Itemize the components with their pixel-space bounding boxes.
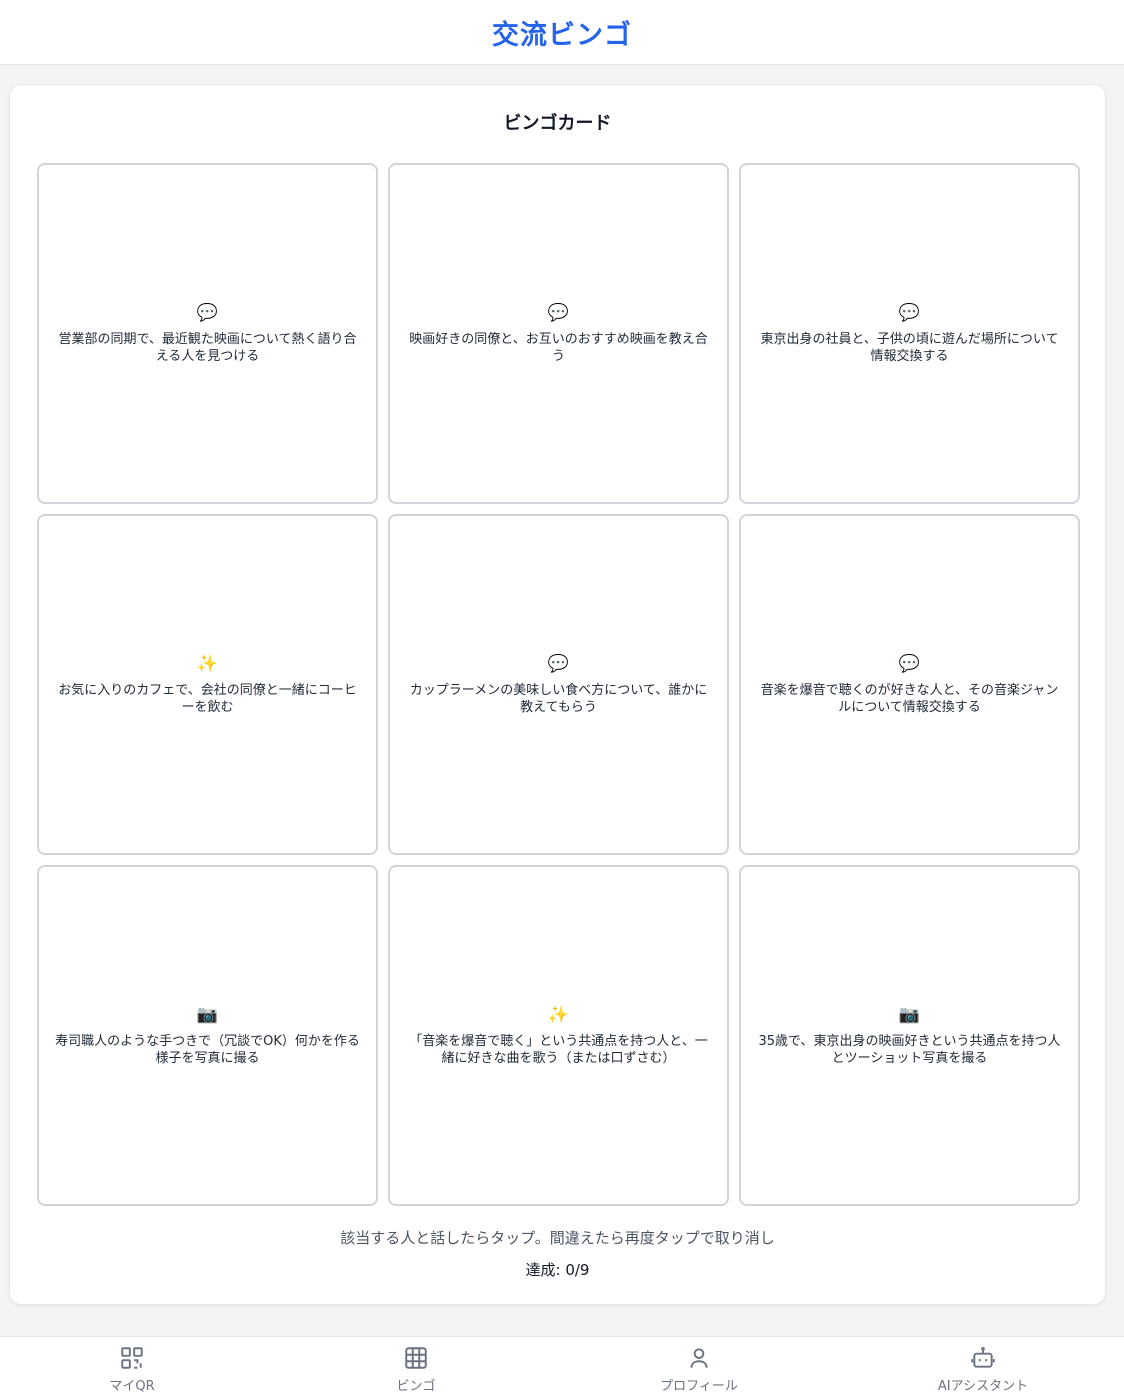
grid-icon [405, 1347, 427, 1369]
bingo-cell[interactable]: 💬 東京出身の社員と、子供の頃に遊んだ場所について情報交換する [739, 163, 1080, 504]
bingo-cell-text: 寿司職人のような手つきで（冗談でOK）何かを作る様子を写真に撮る [55, 1033, 360, 1066]
bingo-cell[interactable]: 📷 35歳で、東京出身の映画好きという共通点を持つ人とツーショット写真を撮る [739, 865, 1080, 1206]
app-header: 交流ビンゴ [0, 0, 1124, 65]
bingo-card: ビンゴカード 💬 営業部の同期で、最近観た映画について熱く語り合える人を見つける… [9, 84, 1106, 1305]
bingo-cell-text: 35歳で、東京出身の映画好きという共通点を持つ人とツーショット写真を撮る [758, 1033, 1061, 1066]
bingo-card-title: ビンゴカード [503, 113, 612, 134]
bottom-nav: マイQR ビンゴ プロフィール AIアシスタント [0, 1336, 1124, 1400]
chat-bubble-icon: 💬 [547, 653, 570, 674]
sparkles-icon: ✨ [196, 653, 219, 674]
qr-code-icon [121, 1347, 143, 1369]
instruction-text: 該当する人と話したらタップ。間違えたら再度タップで取り消し [340, 1229, 775, 1247]
chat-bubble-icon: 💬 [898, 653, 921, 674]
bingo-cell[interactable]: ✨ 「音楽を爆音で聴く」という共通点を持つ人と、一緒に好きな曲を歌う（または口ず… [388, 865, 729, 1206]
bingo-cell[interactable]: 💬 カップラーメンの美味しい食べ方について、誰かに教えてもらう [388, 514, 729, 855]
bingo-cell-text: お気に入りのカフェで、会社の同僚と一緒にコーヒーを飲む [58, 682, 357, 715]
progress-counter: 達成: 0/9 [525, 1261, 590, 1279]
bingo-cell-text: 音楽を爆音で聴くのが好きな人と、その音楽ジャンルについて情報交換する [760, 682, 1059, 715]
sparkles-icon: ✨ [547, 1004, 570, 1025]
bingo-cell-text: 東京出身の社員と、子供の頃に遊んだ場所について情報交換する [760, 331, 1059, 364]
camera-icon: 📷 [898, 1004, 921, 1025]
bingo-cell[interactable]: 💬 営業部の同期で、最近観た映画について熱く語り合える人を見つける [37, 163, 378, 504]
bingo-cell[interactable]: ✨ お気に入りのカフェで、会社の同僚と一緒にコーヒーを飲む [37, 514, 378, 855]
chat-bubble-icon: 💬 [898, 302, 921, 323]
nav-label: ビンゴ [396, 1379, 436, 1394]
nav-label: AIアシスタント [937, 1379, 1029, 1394]
bingo-grid: 💬 営業部の同期で、最近観た映画について熱く語り合える人を見つける 💬 映画好き… [37, 163, 1080, 1206]
bingo-cell[interactable]: 💬 映画好きの同僚と、お互いのおすすめ映画を教え合う [388, 163, 729, 504]
camera-icon: 📷 [196, 1004, 219, 1025]
bingo-cell-text: 映画好きの同僚と、お互いのおすすめ映画を教え合う [409, 331, 708, 364]
nav-item-my-qr[interactable]: マイQR [62, 1345, 202, 1399]
nav-label: プロフィール [660, 1379, 738, 1394]
chat-bubble-icon: 💬 [196, 302, 219, 323]
nav-item-profile[interactable]: プロフィール [629, 1345, 769, 1399]
bingo-cell-text: カップラーメンの美味しい食べ方について、誰かに教えてもらう [409, 682, 708, 715]
bingo-cell[interactable]: 📷 寿司職人のような手つきで（冗談でOK）何かを作る様子を写真に撮る [37, 865, 378, 1206]
nav-item-ai-assistant[interactable]: AIアシスタント [913, 1345, 1053, 1399]
nav-item-bingo[interactable]: ビンゴ [346, 1345, 486, 1399]
page-title: 交流ビンゴ [492, 19, 632, 51]
bingo-cell[interactable]: 💬 音楽を爆音で聴くのが好きな人と、その音楽ジャンルについて情報交換する [739, 514, 1080, 855]
user-icon [690, 1348, 708, 1368]
robot-icon [971, 1346, 995, 1368]
chat-bubble-icon: 💬 [547, 302, 570, 323]
bingo-cell-text: 営業部の同期で、最近観た映画について熱く語り合える人を見つける [58, 331, 357, 364]
nav-label: マイQR [109, 1379, 155, 1394]
bingo-cell-text: 「音楽を爆音で聴く」という共通点を持つ人と、一緒に好きな曲を歌う（または口ずさむ… [409, 1033, 708, 1066]
